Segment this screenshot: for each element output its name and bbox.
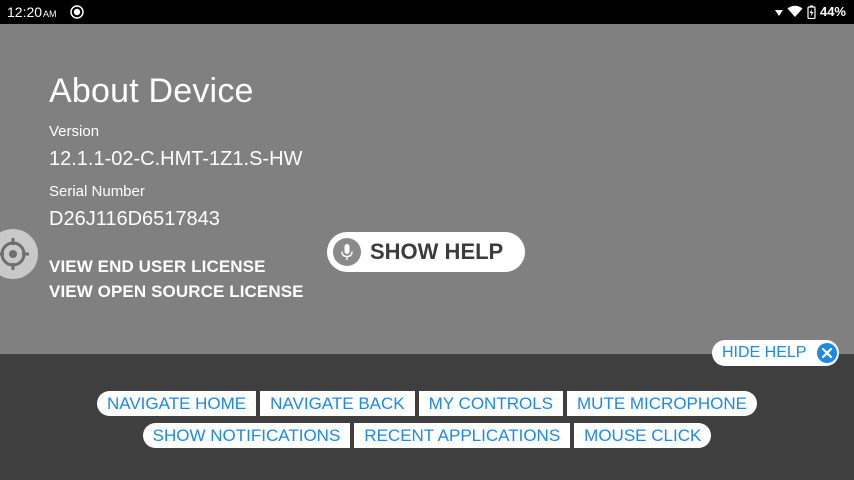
version-label: Version <box>49 123 100 140</box>
serial-label: Serial Number <box>49 183 145 200</box>
navigate-back-command[interactable]: NAVIGATE BACK <box>260 391 415 416</box>
close-icon <box>817 343 837 363</box>
time-ampm: AM <box>43 9 57 19</box>
hide-help-label: HIDE HELP <box>722 344 807 361</box>
about-device-panel: About Device Version 12.1.1-02-C.HMT-1Z1… <box>0 24 854 354</box>
notification-icon <box>70 5 84 19</box>
view-eula-link[interactable]: VIEW END USER LICENSE <box>49 257 266 277</box>
page-title: About Device <box>49 72 254 110</box>
time-text: 12:20 <box>7 4 43 20</box>
battery-percent: 44% <box>819 4 846 19</box>
recent-applications-command[interactable]: RECENT APPLICATIONS <box>354 423 571 448</box>
serial-value: D26J116D6517843 <box>49 208 220 230</box>
pointer-target-button[interactable] <box>0 229 38 279</box>
status-bar: 12:20AM 44% <box>0 0 854 24</box>
mute-microphone-command[interactable]: MUTE MICROPHONE <box>567 391 757 416</box>
show-help-button[interactable]: SHOW HELP <box>327 232 525 272</box>
view-oss-license-link[interactable]: VIEW OPEN SOURCE LICENSE <box>49 282 304 302</box>
show-help-label: SHOW HELP <box>370 239 504 264</box>
mouse-click-command[interactable]: MOUSE CLICK <box>574 423 712 448</box>
microphone-icon <box>333 238 361 266</box>
help-commands-row-2: SHOW NOTIFICATIONS RECENT APPLICATIONS M… <box>0 423 854 448</box>
wifi-icon <box>787 5 803 17</box>
version-value: 12.1.1-02-C.HMT-1Z1.S-HW <box>49 148 303 170</box>
voice-help-panel <box>0 354 854 480</box>
my-controls-command[interactable]: MY CONTROLS <box>418 391 563 416</box>
hide-help-button[interactable]: HIDE HELP <box>712 340 839 366</box>
signal-icon <box>774 9 783 16</box>
help-commands-row-1: NAVIGATE HOME NAVIGATE BACK MY CONTROLS … <box>0 391 854 416</box>
battery-icon <box>807 5 816 19</box>
show-notifications-command[interactable]: SHOW NOTIFICATIONS <box>142 423 351 448</box>
status-time: 12:20AM <box>7 4 57 20</box>
status-indicators: 44% <box>774 4 846 19</box>
crosshair-icon <box>0 238 29 270</box>
navigate-home-command[interactable]: NAVIGATE HOME <box>96 391 257 416</box>
